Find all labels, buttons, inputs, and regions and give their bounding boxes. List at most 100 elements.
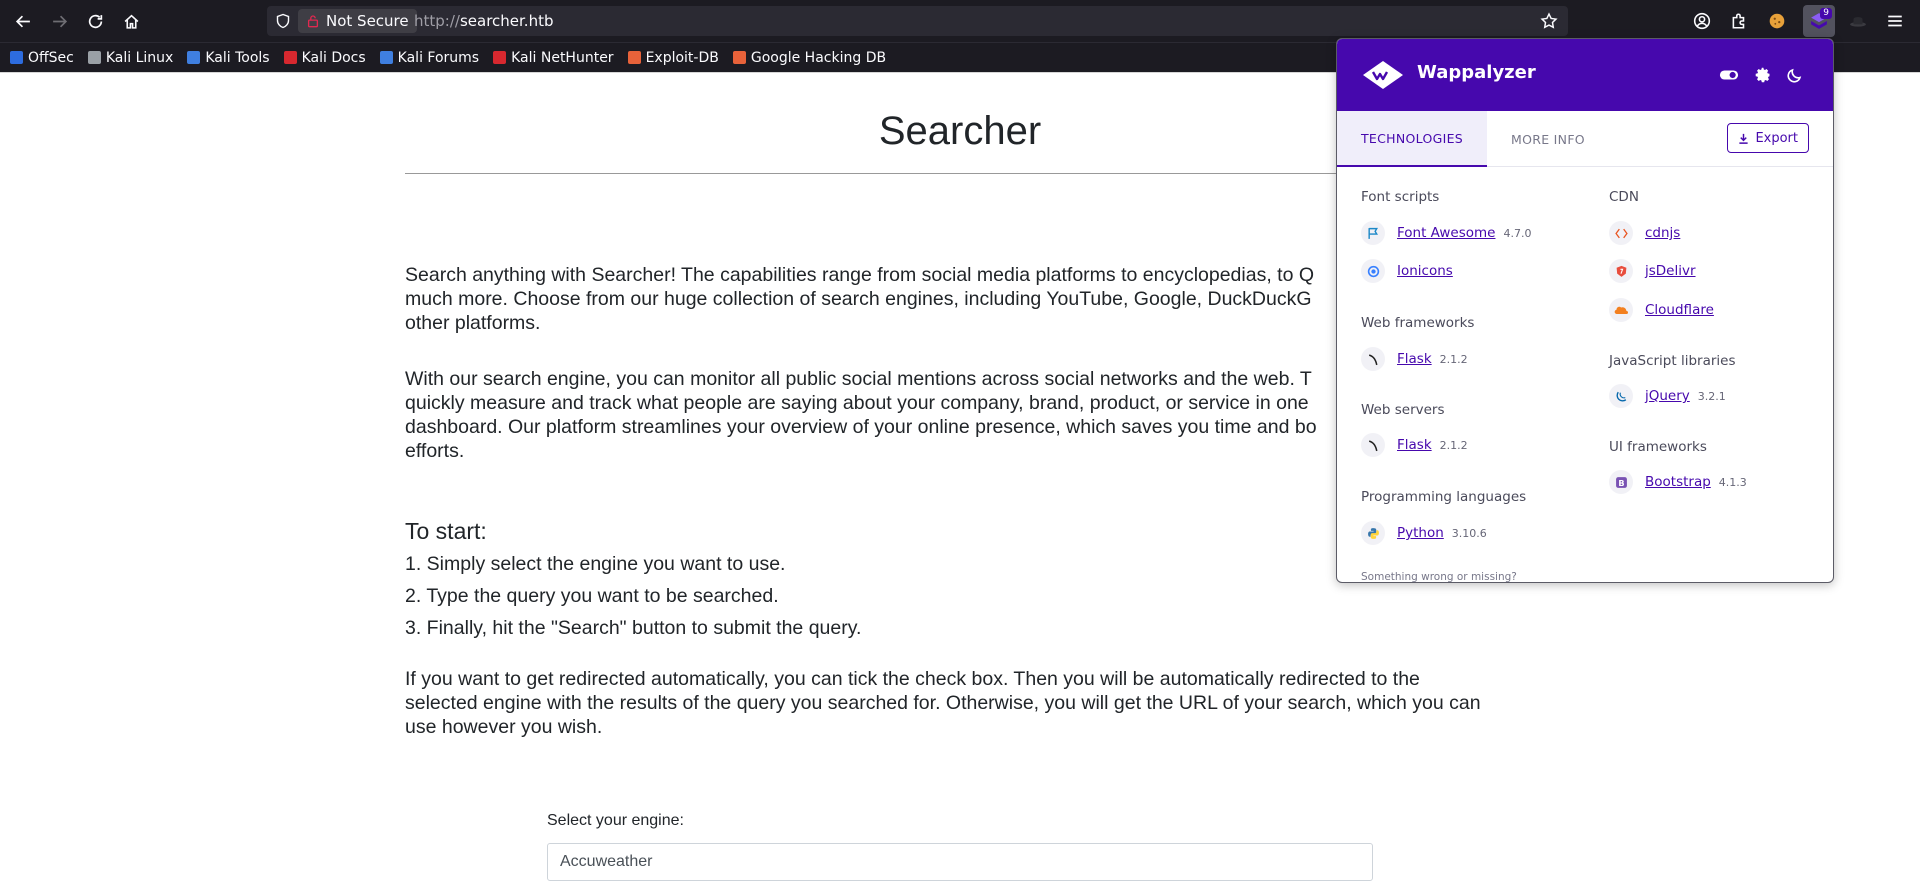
- toggle-icon: [1719, 70, 1739, 80]
- arrow-right-icon: [52, 15, 67, 27]
- tech-name[interactable]: Python: [1397, 525, 1444, 541]
- bookmark-star-icon[interactable]: [1540, 12, 1558, 30]
- cookie-icon: [1769, 13, 1785, 29]
- tech-name[interactable]: Bootstrap: [1645, 474, 1711, 490]
- wappalyzer-popup: Wappalyzer TECHNOLOGIES MORE INFO Export…: [1336, 38, 1834, 583]
- tech-bootstrap[interactable]: B Bootstrap 4.1.3: [1609, 470, 1747, 494]
- cdnjs-icon: [1609, 221, 1633, 245]
- redirect-line: use however you wish.: [405, 716, 603, 738]
- bookmark-exploit-db[interactable]: Exploit-DB: [627, 49, 719, 66]
- tech-cdnjs[interactable]: cdnjs: [1609, 221, 1680, 245]
- redirect-paragraph: If you want to get redirected automatica…: [405, 667, 1515, 739]
- security-label: Not Secure: [326, 12, 409, 30]
- tech-flask-server[interactable]: Flask 2.1.2: [1361, 433, 1468, 457]
- bookmark-label: Kali Forums: [397, 49, 480, 66]
- tech-name[interactable]: cdnjs: [1645, 225, 1680, 241]
- tech-ionicons[interactable]: Ionicons: [1361, 259, 1453, 283]
- bookmark-label: OffSec: [28, 49, 74, 66]
- start-heading: To start:: [405, 518, 487, 544]
- wappalyzer-extension-button[interactable]: 9: [1803, 5, 1835, 37]
- shield-icon[interactable]: [275, 13, 291, 29]
- reload-button[interactable]: [81, 7, 109, 35]
- tech-name[interactable]: Cloudflare: [1645, 302, 1714, 318]
- category-web-servers: Web servers: [1361, 402, 1445, 418]
- bookmark-label: Kali NetHunter: [511, 49, 614, 66]
- flask-icon: [1361, 433, 1385, 457]
- bookmark-kali-forums[interactable]: Kali Forums: [379, 49, 480, 66]
- tech-flask-framework[interactable]: Flask 2.1.2: [1361, 347, 1468, 371]
- engine-select-value: Accuweather: [560, 853, 653, 870]
- tech-name[interactable]: Font Awesome: [1397, 225, 1495, 241]
- bookmark-google-hacking-db[interactable]: Google Hacking DB: [732, 49, 887, 66]
- extensions-button[interactable]: [1728, 10, 1750, 32]
- moon-icon: [1787, 68, 1802, 83]
- svg-text:B: B: [1618, 477, 1624, 487]
- bookmark-kali-linux[interactable]: Kali Linux: [87, 49, 174, 66]
- tech-font-awesome[interactable]: Font Awesome 4.7.0: [1361, 221, 1531, 245]
- export-button[interactable]: Export: [1727, 123, 1809, 153]
- puzzle-icon: [1732, 13, 1745, 29]
- browser-toolbar: Not Secure http://searcher.htb 9: [0, 0, 1920, 42]
- wappalyzer-title: Wappalyzer: [1417, 62, 1536, 83]
- bookmark-label: Kali Tools: [205, 49, 270, 66]
- wappalyzer-theme-button[interactable]: [1785, 65, 1805, 85]
- python-icon: [1361, 521, 1385, 545]
- bookmark-offsec[interactable]: OffSec: [10, 50, 74, 66]
- unlocked-icon: [307, 15, 319, 28]
- offsec-icon: [10, 51, 23, 64]
- engine-select[interactable]: Accuweather: [547, 843, 1373, 881]
- tech-version: 3.2.1: [1697, 389, 1726, 403]
- cloudflare-icon: [1609, 298, 1633, 322]
- security-indicator[interactable]: Not Secure: [298, 9, 417, 33]
- export-label: Export: [1755, 130, 1798, 146]
- back-button[interactable]: [9, 7, 37, 35]
- bookmark-label: Exploit-DB: [645, 49, 719, 66]
- step-3: 3. Finally, hit the "Search" button to s…: [405, 617, 862, 639]
- cookie-extension-button[interactable]: [1766, 10, 1788, 32]
- wappalyzer-logo-icon: [1363, 61, 1403, 89]
- something-wrong-link[interactable]: Something wrong or missing?: [1361, 571, 1517, 582]
- account-button[interactable]: [1691, 10, 1713, 32]
- tech-jquery[interactable]: jQuery 3.2.1: [1609, 384, 1726, 408]
- wappalyzer-header: Wappalyzer: [1337, 39, 1833, 111]
- redirect-line: If you want to get redirected automatica…: [405, 668, 1420, 690]
- category-programming-languages: Programming languages: [1361, 489, 1527, 505]
- tab-more-info[interactable]: MORE INFO: [1487, 111, 1609, 167]
- tech-jsdelivr[interactable]: jsDelivr: [1609, 259, 1696, 283]
- download-icon: [1739, 133, 1749, 144]
- tab-label: TECHNOLOGIES: [1361, 130, 1464, 146]
- bookmark-kali-docs[interactable]: Kali Docs: [283, 50, 366, 66]
- bookmark-kali-tools[interactable]: Kali Tools: [187, 49, 270, 66]
- tech-name[interactable]: Flask: [1397, 437, 1432, 453]
- hat-extension-button[interactable]: [1847, 10, 1869, 32]
- wappalyzer-toggle[interactable]: [1719, 65, 1739, 85]
- forward-button[interactable]: [45, 7, 73, 35]
- bookmark-label: Kali Linux: [105, 49, 174, 66]
- tech-cloudflare[interactable]: Cloudflare: [1609, 298, 1714, 322]
- home-button[interactable]: [117, 7, 145, 35]
- tech-name[interactable]: jQuery: [1645, 388, 1690, 404]
- tech-version: 4.1.3: [1718, 475, 1747, 489]
- exploit-db-icon: [627, 51, 641, 64]
- tech-name[interactable]: jsDelivr: [1645, 263, 1696, 279]
- jquery-icon: [1609, 384, 1633, 408]
- nethunter-icon: [493, 51, 507, 64]
- tech-version: 2.1.2: [1439, 438, 1468, 452]
- wappalyzer-settings-button[interactable]: [1753, 65, 1773, 85]
- tech-python[interactable]: Python 3.10.6: [1361, 521, 1487, 545]
- url-bar[interactable]: Not Secure http://searcher.htb: [267, 6, 1568, 36]
- category-javascript-libraries: JavaScript libraries: [1609, 353, 1736, 369]
- home-icon: [124, 14, 138, 29]
- bookmark-label: Google Hacking DB: [750, 49, 887, 66]
- tab-technologies[interactable]: TECHNOLOGIES: [1337, 111, 1488, 167]
- redirect-line: selected engine with the results of the …: [405, 692, 1481, 714]
- ghdb-icon: [732, 51, 746, 64]
- category-ui-frameworks: UI frameworks: [1609, 439, 1707, 455]
- bookmark-kali-nethunter[interactable]: Kali NetHunter: [493, 49, 614, 66]
- engine-label: Select your engine:: [547, 812, 684, 829]
- tech-name[interactable]: Ionicons: [1397, 263, 1453, 279]
- tech-name[interactable]: Flask: [1397, 351, 1432, 367]
- url-text[interactable]: http://searcher.htb: [414, 12, 553, 30]
- menu-button[interactable]: [1884, 10, 1906, 32]
- hamburger-icon: [1888, 15, 1902, 27]
